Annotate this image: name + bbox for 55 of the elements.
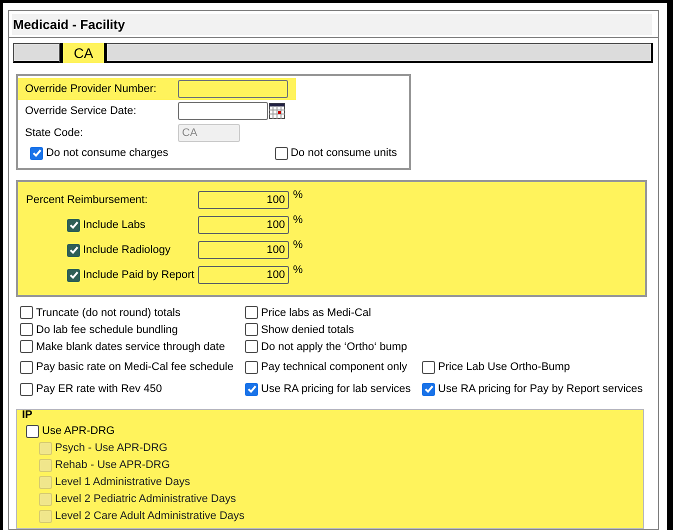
checkbox[interactable] [422, 360, 435, 374]
field-label: Override Provider Number: [25, 82, 158, 96]
checkbox[interactable] [67, 244, 80, 256]
calendar-icon[interactable] [269, 103, 285, 119]
percent-unit: % [293, 188, 303, 202]
checkbox-option[interactable]: Show denied totals [245, 322, 422, 336]
checkbox[interactable] [20, 382, 33, 396]
checkbox[interactable] [245, 340, 258, 353]
checkbox-option[interactable]: Price Lab Use Ortho-Bump [422, 360, 570, 374]
checkbox-option[interactable]: Pay basic rate on Medi-Cal fee schedule [20, 360, 245, 374]
input-field[interactable] [178, 80, 288, 98]
checkbox-option[interactable]: Use APR-DRG [26, 424, 115, 438]
tab[interactable] [13, 43, 60, 63]
checkbox-option[interactable]: Pay technical component only [245, 360, 422, 374]
percent-field[interactable]: 100 [198, 266, 289, 284]
checkbox[interactable] [26, 424, 39, 438]
percent-field[interactable]: 100 [198, 216, 289, 234]
checkbox[interactable] [422, 382, 435, 396]
checkbox-option[interactable]: Pay ER rate with Rev 450 [20, 382, 245, 396]
checkbox-option[interactable]: Do lab fee schedule bundling [20, 322, 245, 336]
tab[interactable]: CA [60, 43, 107, 63]
percent-unit: % [293, 213, 303, 227]
checkbox[interactable] [245, 382, 258, 396]
checkbox[interactable] [245, 323, 258, 336]
checkbox[interactable] [245, 360, 258, 374]
checkbox[interactable] [245, 306, 258, 319]
checkbox-option[interactable]: Truncate (do not round) totals [20, 306, 245, 320]
checkbox[interactable] [20, 360, 33, 374]
field-label: State Code: [25, 126, 84, 140]
checkbox[interactable] [67, 218, 80, 232]
field-label: Percent Reimbursement: [26, 193, 148, 207]
panel-title: Medicaid - Facility [12, 14, 652, 35]
checkbox[interactable] [30, 146, 43, 160]
percent-unit: % [293, 238, 303, 252]
checkbox-option[interactable]: Include Radiology [67, 243, 170, 257]
field-label: Override Service Date: [25, 104, 138, 118]
checkbox-option[interactable]: Price labs as Medi-Cal [245, 306, 422, 320]
checkbox-option[interactable]: Include Paid by Report [67, 268, 194, 282]
percent-field[interactable]: 100 [198, 191, 289, 209]
checkbox-option[interactable]: Use RA pricing for Pay by Report services [422, 382, 643, 396]
checkbox-option[interactable]: Include Labs [67, 218, 146, 232]
checkbox[interactable] [274, 146, 288, 160]
percent-field[interactable]: 100 [198, 241, 289, 259]
group-legend: IP [21, 408, 34, 422]
checkbox-option[interactable]: Use RA pricing for lab services [245, 382, 422, 396]
checkbox-option[interactable]: Do not apply the ‘Ortho‘ bump [245, 340, 422, 354]
checkbox-option[interactable]: Do not consume units [274, 146, 397, 160]
checkbox-option[interactable]: Do not consume charges [30, 146, 168, 160]
checkbox[interactable] [20, 340, 33, 353]
percent-unit: % [293, 263, 303, 277]
checkbox[interactable] [20, 306, 33, 319]
checkbox-option[interactable]: Make blank dates service through date [20, 340, 245, 354]
date-field[interactable] [178, 102, 268, 120]
checkbox[interactable] [20, 323, 33, 336]
checkbox[interactable] [67, 268, 80, 282]
